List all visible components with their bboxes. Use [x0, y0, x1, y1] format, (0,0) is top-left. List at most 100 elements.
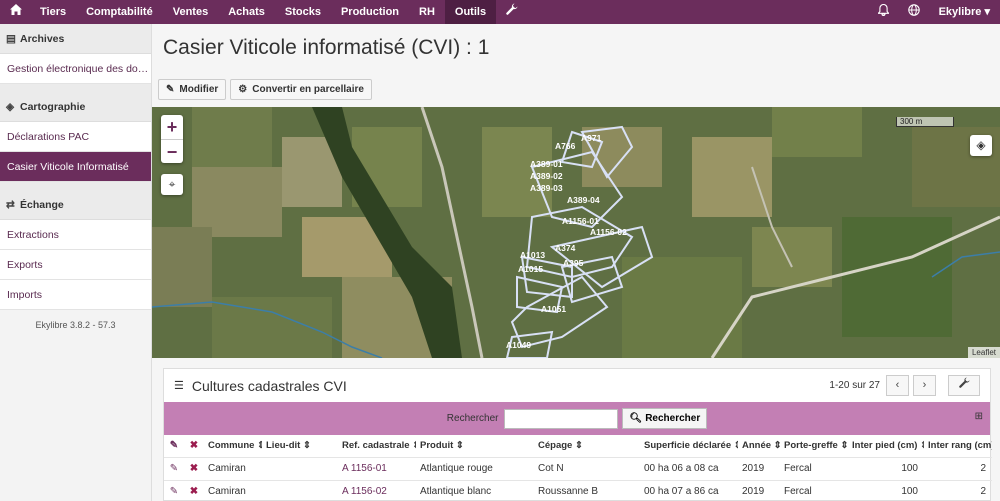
- sidebar-item-extractions[interactable]: Extractions: [0, 220, 151, 250]
- panel-title: Cultures cadastrales CVI: [191, 377, 347, 394]
- nav-tiers[interactable]: Tiers: [30, 0, 76, 24]
- delete-row-icon[interactable]: ✖: [184, 456, 204, 480]
- top-navbar: Tiers Comptabilité Ventes Achats Stocks …: [0, 0, 1000, 24]
- zoom-out-button[interactable]: −: [161, 139, 183, 163]
- column-header[interactable]: Cépage ⇕: [534, 435, 640, 457]
- toolbar: ✎ Modifier ⚙ Convertir en parcellaire: [158, 79, 372, 100]
- sidebar-section-cartographie: ◈ Cartographie: [0, 92, 151, 122]
- map-attribution[interactable]: Leaflet: [967, 347, 1000, 358]
- pagination: 1-20 sur 27 ‹ ›: [829, 375, 980, 396]
- sidebar-item-imports[interactable]: Imports: [0, 280, 151, 310]
- locate-icon[interactable]: ⌖: [161, 174, 183, 195]
- edit-row-icon[interactable]: ✎: [164, 456, 184, 480]
- parcel-label[interactable]: A1049: [506, 340, 531, 350]
- sidebar-item-declarations-pac[interactable]: Déclarations PAC: [0, 122, 151, 152]
- edit-row-icon[interactable]: ✎: [164, 479, 184, 501]
- sidebar-section-archives: ▤ Archives: [0, 24, 151, 54]
- map[interactable]: A971 A766 A389-01 A389-02 A389-03 A389-0…: [152, 107, 1000, 358]
- cell-porte-greffe: Fercal: [780, 456, 848, 480]
- search-bar: Rechercher 🔍︎ Rechercher ⊞: [164, 402, 990, 435]
- cell-annee: 2019: [738, 456, 780, 480]
- main-content: Casier Viticole informatisé (CVI) : 1 ✎ M…: [152, 24, 1000, 501]
- parcel-label[interactable]: A395: [563, 258, 584, 268]
- expand-icon[interactable]: ⊞: [975, 411, 983, 422]
- cell-ref-link[interactable]: A 1156-02: [338, 479, 416, 501]
- cell-commune: Camiran: [204, 456, 262, 480]
- parcel-label[interactable]: A1013: [520, 250, 545, 260]
- cvi-table: ✎ ✖ Commune ⇕ Lieu-dit ⇕ Ref. cadastrale…: [164, 435, 992, 501]
- column-header[interactable]: Inter pied (cm) ⇕: [848, 435, 924, 457]
- cell-produit: Atlantique rouge: [416, 456, 534, 480]
- column-header[interactable]: Inter rang (cm) ⇕: [924, 435, 992, 457]
- parcel-label[interactable]: A389-03: [530, 183, 563, 193]
- parcel-label[interactable]: A1156-01: [562, 216, 599, 226]
- cell-inter-pied: 100: [848, 456, 924, 480]
- cvi-parcels-panel: ☰ Cultures cadastrales CVI 1-20 sur 27 ‹…: [163, 368, 992, 501]
- cell-porte-greffe: Fercal: [780, 479, 848, 501]
- table-settings-button[interactable]: [948, 375, 980, 396]
- sidebar-item-cvi[interactable]: Casier Viticole Informatisé: [0, 152, 151, 182]
- parcel-label[interactable]: A389-04: [567, 195, 600, 205]
- sidebar-section-title: Archives: [20, 33, 65, 45]
- cell-cepage: Roussanne B: [534, 479, 640, 501]
- wrench-icon: [958, 377, 970, 388]
- parcel-label[interactable]: A374: [555, 243, 576, 253]
- nav-ventes[interactable]: Ventes: [163, 0, 218, 24]
- user-menu[interactable]: Ekylibre ▾: [929, 0, 1000, 24]
- bell-icon[interactable]: [869, 0, 899, 24]
- globe-icon[interactable]: [899, 0, 929, 24]
- map-scale: 300 m: [896, 117, 954, 127]
- cell-superficie: 00 ha 07 a 86 ca: [640, 479, 738, 501]
- search-label: Rechercher: [446, 413, 499, 424]
- search-button[interactable]: 🔍︎ Rechercher: [622, 408, 708, 429]
- parcel-label[interactable]: A766: [555, 141, 576, 151]
- sidebar-item-documents[interactable]: Gestion électronique des documents: [0, 54, 151, 84]
- parcel-label[interactable]: A1051: [541, 304, 566, 314]
- previous-page-button[interactable]: ‹: [886, 375, 909, 396]
- cell-ref-link[interactable]: A 1156-01: [338, 456, 416, 480]
- sidebar-item-exports[interactable]: Exports: [0, 250, 151, 280]
- app-version: Ekylibre 3.8.2 - 57.3: [35, 320, 116, 330]
- user-name: Ekylibre: [938, 6, 982, 18]
- home-icon[interactable]: [0, 0, 30, 24]
- column-header[interactable]: Ref. cadastrale ⇕: [338, 435, 416, 457]
- chevron-down-icon: ▾: [984, 6, 990, 18]
- panel-header: ☰ Cultures cadastrales CVI 1-20 sur 27 ‹…: [164, 369, 990, 402]
- nav-rh[interactable]: RH: [409, 0, 445, 24]
- wrench-icon[interactable]: [496, 0, 528, 24]
- archive-icon: ▤: [6, 33, 16, 45]
- sidebar-section-echange: ⇄ Échange: [0, 190, 151, 220]
- cell-cepage: Cot N: [534, 456, 640, 480]
- layers-toggle-icon[interactable]: ◈: [970, 135, 992, 156]
- parcel-label[interactable]: A971: [581, 133, 602, 143]
- sidebar: ▤ Archives Gestion électronique des docum…: [0, 24, 152, 501]
- column-header[interactable]: Superficie déclarée ⇕: [640, 435, 738, 457]
- cell-inter-rang: 2: [924, 479, 992, 501]
- parcel-label[interactable]: A389-02: [530, 171, 563, 181]
- nav-outils[interactable]: Outils: [444, 0, 497, 24]
- nav-production[interactable]: Production: [331, 0, 409, 24]
- table-header: ✎ ✖ Commune ⇕ Lieu-dit ⇕ Ref. cadastrale…: [164, 435, 992, 457]
- zoom-in-button[interactable]: +: [161, 115, 183, 139]
- nav-stocks[interactable]: Stocks: [275, 0, 331, 24]
- column-header[interactable]: Année ⇕: [738, 435, 780, 457]
- column-header[interactable]: Produit ⇕: [416, 435, 534, 457]
- delete-row-icon[interactable]: ✖: [184, 479, 204, 501]
- next-page-button[interactable]: ›: [913, 375, 936, 396]
- nav-achats[interactable]: Achats: [218, 0, 275, 24]
- search-input[interactable]: [504, 408, 619, 429]
- nav-comptabilite[interactable]: Comptabilité: [76, 0, 163, 24]
- parcel-label[interactable]: A1015: [518, 264, 543, 274]
- parcel-label[interactable]: A1156-02: [590, 227, 627, 237]
- convert-button[interactable]: ⚙ Convertir en parcellaire: [230, 79, 372, 100]
- pencil-icon: ✎: [166, 84, 175, 95]
- column-header[interactable]: Porte-greffe ⇕: [780, 435, 848, 457]
- parcel-label[interactable]: A389-01: [530, 159, 563, 169]
- sidebar-spacer: [0, 84, 151, 92]
- close-icon: ✖: [189, 440, 199, 452]
- column-header[interactable]: Lieu-dit ⇕: [262, 435, 338, 457]
- table-row: ✎ ✖ Camiran A 1156-02 Atlantique blanc R…: [164, 479, 992, 501]
- edit-button[interactable]: ✎ Modifier: [158, 79, 227, 100]
- search-icon: 🔍︎: [629, 413, 643, 424]
- column-header[interactable]: Commune ⇕: [204, 435, 262, 457]
